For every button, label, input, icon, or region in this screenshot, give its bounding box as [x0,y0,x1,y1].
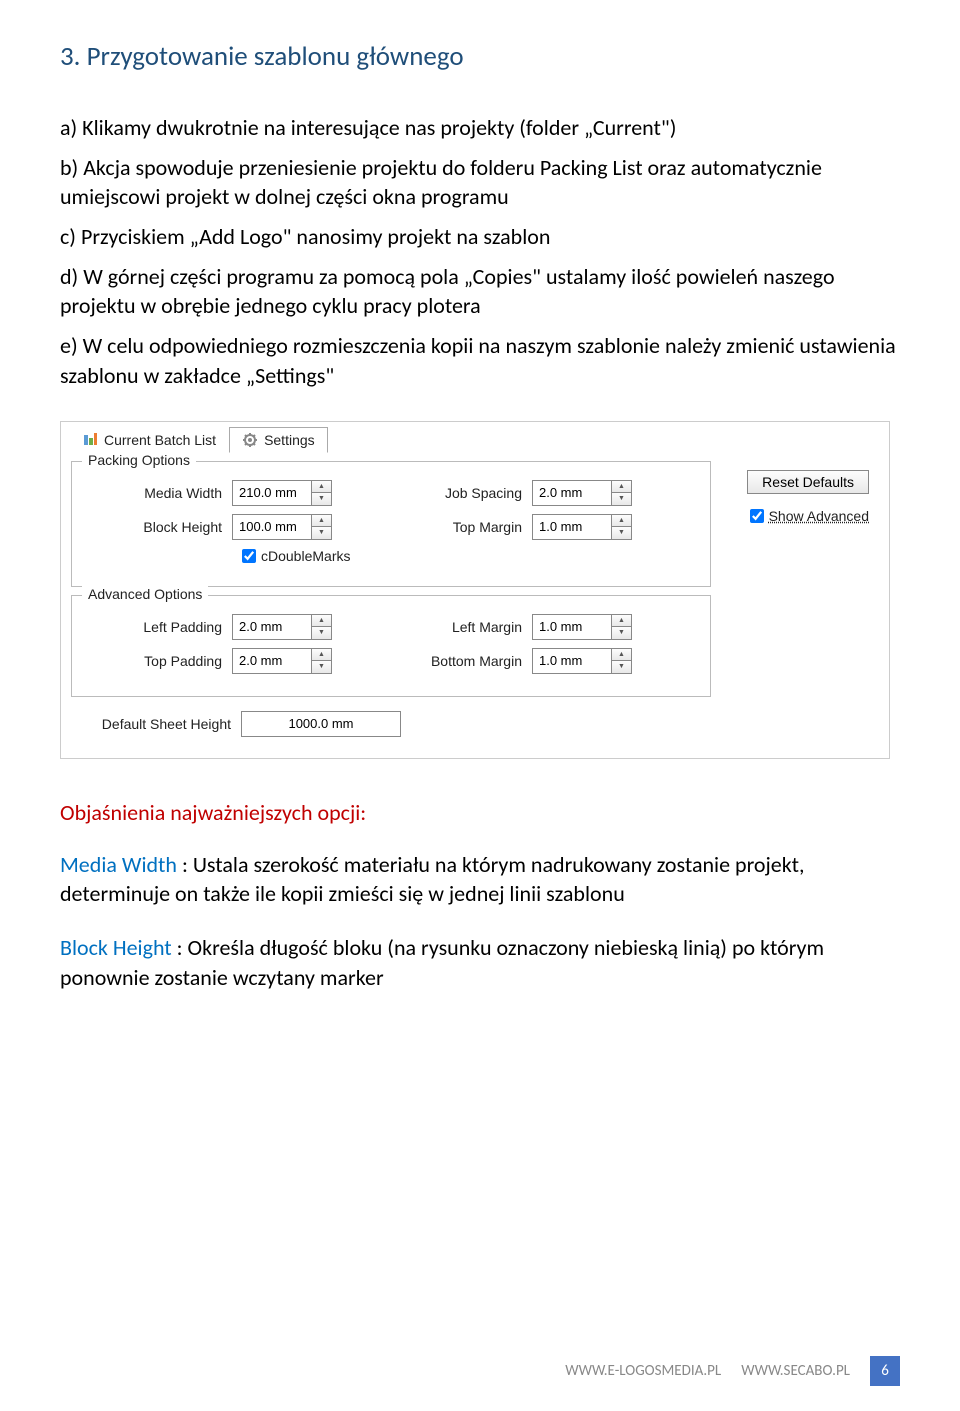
side-controls: Reset Defaults Show Advanced [747,470,869,524]
instruction-c: c) Przyciskiem „Add Logo" nanosimy proje… [60,222,900,252]
top-padding-input[interactable] [233,649,311,673]
tab-settings-label: Settings [264,432,315,448]
tab-bar: Current Batch List Settings [69,427,881,453]
media-width-spinner[interactable]: ▲▼ [232,480,332,506]
block-height-label: Block Height [82,519,232,535]
left-margin-spinner[interactable]: ▲▼ [532,614,632,640]
media-width-input[interactable] [233,481,311,505]
spin-up-icon[interactable]: ▲ [312,515,331,528]
block-height-text: : Określa długość bloku (na rysunku ozna… [60,934,824,991]
spin-down-icon[interactable]: ▼ [612,661,631,673]
explanation-block-height: Block Height : Określa długość bloku (na… [60,933,900,992]
advanced-legend: Advanced Options [82,586,208,602]
explanation-heading: Objaśnienia najważniejszych opcji: [60,799,900,826]
spin-down-icon[interactable]: ▼ [612,493,631,505]
bottom-margin-spinner[interactable]: ▲▼ [532,648,632,674]
spin-down-icon[interactable]: ▼ [612,527,631,539]
spin-down-icon[interactable]: ▼ [612,627,631,639]
instruction-list: a) Klikamy dwukrotnie na interesujące na… [60,113,900,391]
left-margin-input[interactable] [533,615,611,639]
instruction-d: d) W górnej części programu za pomocą po… [60,262,900,321]
spin-down-icon[interactable]: ▼ [312,493,331,505]
block-height-spinner[interactable]: ▲▼ [232,514,332,540]
block-height-term: Block Height [60,934,172,961]
packing-options-group: Packing Options Media Width ▲▼ Job Spaci… [71,461,711,587]
default-sheet-height-label: Default Sheet Height [71,716,241,732]
media-width-term: Media Width [60,851,177,878]
double-marks-input[interactable] [242,549,256,563]
spin-up-icon[interactable]: ▲ [312,615,331,628]
tab-current-batch[interactable]: Current Batch List [69,427,229,453]
spin-up-icon[interactable]: ▲ [612,481,631,494]
packing-legend: Packing Options [82,452,196,468]
spin-up-icon[interactable]: ▲ [612,649,631,662]
left-padding-spinner[interactable]: ▲▼ [232,614,332,640]
page-number: 6 [870,1356,900,1386]
spin-up-icon[interactable]: ▲ [312,649,331,662]
top-padding-label: Top Padding [82,653,232,669]
batch-list-icon [82,432,98,448]
double-marks-label: cDoubleMarks [261,548,350,564]
left-margin-label: Left Margin [382,619,532,635]
block-height-input[interactable] [233,515,311,539]
footer-url-2: WWW.SECABO.PL [741,1362,850,1380]
footer-url-1: WWW.E-LOGOSMEDIA.PL [565,1362,721,1380]
explanation-media-width: Media Width : Ustala szerokość materiału… [60,850,900,909]
instruction-e: e) W celu odpowiedniego rozmieszczenia k… [60,331,900,390]
top-margin-label: Top Margin [382,519,532,535]
spin-up-icon[interactable]: ▲ [612,615,631,628]
instruction-a: a) Klikamy dwukrotnie na interesujące na… [60,113,900,143]
bottom-margin-input[interactable] [533,649,611,673]
top-margin-spinner[interactable]: ▲▼ [532,514,632,540]
show-advanced-input[interactable] [750,509,764,523]
double-marks-checkbox[interactable]: cDoubleMarks [242,548,350,564]
top-margin-input[interactable] [533,515,611,539]
show-advanced-label: Show Advanced [769,508,869,524]
page-footer: WWW.E-LOGOSMEDIA.PL WWW.SECABO.PL 6 [0,1356,960,1386]
reset-defaults-button[interactable]: Reset Defaults [747,470,869,494]
spin-up-icon[interactable]: ▲ [312,481,331,494]
section-heading: 3. Przygotowanie szablonu głównego [60,40,900,73]
left-padding-input[interactable] [233,615,311,639]
top-padding-spinner[interactable]: ▲▼ [232,648,332,674]
media-width-label: Media Width [82,485,232,501]
tab-current-label: Current Batch List [104,432,216,448]
job-spacing-input[interactable] [533,481,611,505]
default-sheet-height-input[interactable] [241,711,401,737]
bottom-margin-label: Bottom Margin [382,653,532,669]
spin-down-icon[interactable]: ▼ [312,527,331,539]
spin-down-icon[interactable]: ▼ [312,661,331,673]
spin-down-icon[interactable]: ▼ [312,627,331,639]
settings-panel: Current Batch List Settings Reset Defaul… [60,421,890,759]
job-spacing-label: Job Spacing [382,485,532,501]
show-advanced-checkbox[interactable]: Show Advanced [750,508,869,524]
spin-up-icon[interactable]: ▲ [612,515,631,528]
tab-settings[interactable]: Settings [229,427,328,453]
left-padding-label: Left Padding [82,619,232,635]
job-spacing-spinner[interactable]: ▲▼ [532,480,632,506]
instruction-b: b) Akcja spowoduje przeniesienie projekt… [60,153,900,212]
gear-icon [242,432,258,448]
advanced-options-group: Advanced Options Left Padding ▲▼ Left Ma… [71,595,711,697]
